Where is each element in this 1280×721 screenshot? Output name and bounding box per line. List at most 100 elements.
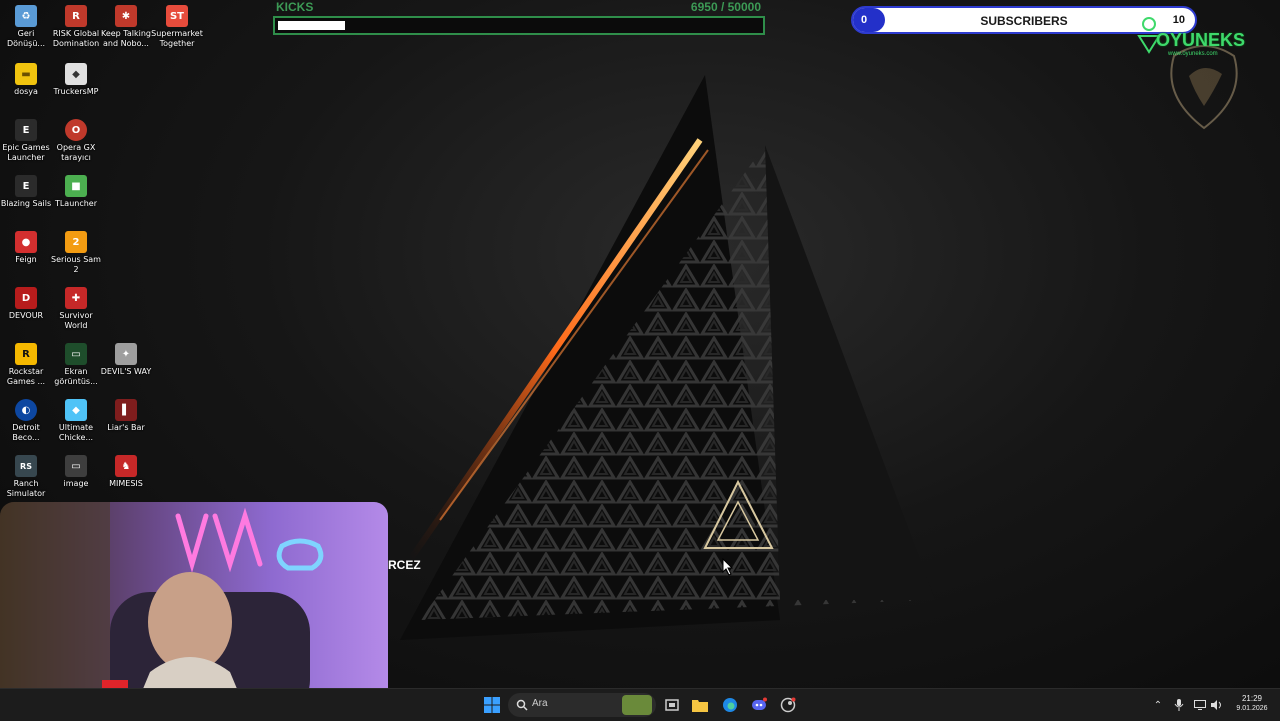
brand-name: OYUNEKS: [1156, 30, 1246, 50]
desktop-icon-dosya[interactable]: ▬ dosya: [0, 63, 52, 97]
desktop-icon-survivor-world[interactable]: ✚ Survivor World: [50, 287, 102, 331]
desktop-icon-ranch-simulator[interactable]: RS Ranch Simulator: [0, 455, 52, 499]
desktop-icon-label: Geri Dönüşü...: [6, 29, 46, 48]
desktop-icon-label: dosya: [14, 87, 38, 96]
edge-button[interactable]: [718, 693, 742, 717]
chevron-up-icon[interactable]: ⌃: [1150, 697, 1166, 713]
desktop-icon-label: Opera GX tarayıcı: [56, 143, 96, 162]
desktop-icon-screenshot[interactable]: ▭ Ekran görüntüs...: [50, 343, 102, 387]
desktop-icon-label: DEVOUR: [8, 311, 44, 320]
kicks-progress-fill: [278, 21, 345, 30]
desktop-icon-devour[interactable]: D DEVOUR: [0, 287, 52, 321]
brand-logo: OYUNEKS www.oyuneks.com: [1134, 16, 1264, 136]
desktop-icon-label: Liar's Bar: [107, 423, 145, 432]
task-view-button[interactable]: [660, 693, 684, 717]
desktop-icon-image[interactable]: ▭ image: [50, 455, 102, 489]
devils-way-app-icon: ✦: [115, 343, 137, 365]
file-explorer-icon: [692, 700, 708, 712]
desktop-icon-label: Detroit Beco...: [12, 423, 40, 442]
desktop-icon-devils-way[interactable]: ✦ DEVIL'S WAY: [100, 343, 152, 377]
truckersmp-app-icon: ◆: [65, 63, 87, 85]
volume-icon[interactable]: [1209, 697, 1225, 713]
desktop-icon-label: TLauncher: [54, 199, 98, 208]
desktop-icon-feign[interactable]: ● Feign: [0, 231, 52, 265]
tlauncher-app-icon: ■: [65, 175, 87, 197]
desktop-icon-label: DEVIL'S WAY: [100, 367, 152, 376]
keep-talking-app-icon: ✱: [115, 5, 137, 27]
discord-icon: [752, 697, 767, 710]
liars-bar-app-icon: ▌: [115, 399, 137, 421]
desktop-icon-label: Ranch Simulator: [6, 479, 46, 498]
serious-sam-app-icon: 2: [65, 231, 87, 253]
clock-date: 9.01.2026: [1236, 705, 1268, 712]
desktop-icon-label: Ultimate Chicke...: [58, 423, 94, 442]
steam-icon: [780, 697, 796, 713]
game-thumbnail-icon: [622, 695, 652, 715]
clock-time: 21:29: [1241, 694, 1263, 703]
desktop-icon-label: RISK Global Domination: [52, 29, 100, 48]
file-explorer-button[interactable]: [688, 693, 712, 717]
devour-app-icon: D: [15, 287, 37, 309]
ultimate-chicken-app-icon: ◆: [65, 399, 87, 421]
desktop-icon-mimesis[interactable]: ♞ MIMESIS: [100, 455, 152, 489]
desktop-icon-detroit[interactable]: ◐ Detroit Beco...: [0, 399, 52, 443]
mouse-cursor-icon: [722, 558, 734, 576]
desktop-icon-label: Blazing Sails: [0, 199, 52, 208]
search-icon: [516, 699, 528, 711]
desktop-icon-recycle-bin[interactable]: ♻ Geri Dönüşü...: [0, 5, 52, 49]
desktop-icon-blazing-sails[interactable]: E Blazing Sails: [0, 175, 52, 209]
desktop-icon-epic-games[interactable]: E Epic Games Launcher: [0, 119, 52, 163]
rockstar-app-icon: R: [15, 343, 37, 365]
desktop-icon-truckersmp[interactable]: ◆ TruckersMP: [50, 63, 102, 97]
taskbar-search[interactable]: Ara: [508, 693, 656, 717]
desktop-icon-rockstar[interactable]: R Rockstar Games ...: [0, 343, 52, 387]
desktop-icon-label: TruckersMP: [53, 87, 99, 96]
windows-icon: [484, 697, 500, 713]
taskbar-clock[interactable]: 21:29 9.01.2026: [1228, 693, 1276, 714]
search-placeholder: Ara: [532, 698, 548, 709]
image-file-icon: ▭: [65, 455, 87, 477]
desktop-icon-liars-bar[interactable]: ▌ Liar's Bar: [100, 399, 152, 433]
display-icon[interactable]: [1192, 697, 1208, 713]
microphone-icon[interactable]: [1171, 697, 1187, 713]
desktop-icon-label: Keep Talking and Nobo...: [100, 29, 151, 48]
recycle-bin-icon: ♻: [15, 5, 37, 27]
folder-icon: ▬: [15, 63, 37, 85]
survivor-world-app-icon: ✚: [65, 287, 87, 309]
blazing-sails-app-icon: E: [15, 175, 37, 197]
desktop-icon-ultimate-chicken[interactable]: ◆ Ultimate Chicke...: [50, 399, 102, 443]
image-file-icon: ▭: [65, 343, 87, 365]
kicks-count: 6950 / 50000: [690, 0, 761, 14]
desktop-icon-label: Feign: [15, 255, 37, 264]
taskbar: Ara ⌃ 21:29 9.01.2026: [0, 688, 1280, 721]
edge-icon: [723, 698, 737, 712]
desktop-icon-label: MIMESIS: [109, 479, 143, 488]
mimesis-app-icon: ♞: [115, 455, 137, 477]
desktop-icon-tlauncher[interactable]: ■ TLauncher: [50, 175, 102, 209]
ranch-simulator-app-icon: RS: [15, 455, 37, 477]
desktop-icon-risk[interactable]: R RISK Global Domination: [50, 5, 102, 49]
desktop-icon-label: Serious Sam 2: [51, 255, 101, 274]
task-view-icon: [665, 699, 679, 711]
desktop-icon-label: Ekran görüntüs...: [54, 367, 98, 386]
discord-button[interactable]: [747, 693, 771, 717]
desktop-icon-keep-talking[interactable]: ✱ Keep Talking and Nobo...: [100, 5, 152, 49]
desktop-icon-supermarket-together[interactable]: ST Supermarket Together: [151, 5, 203, 49]
webcam-caption: RCEZ: [388, 558, 421, 572]
desktop-icon-label: Supermarket Together: [151, 29, 203, 48]
desktop-icon-opera-gx[interactable]: O Opera GX tarayıcı: [50, 119, 102, 163]
kicks-label: KICKS: [276, 0, 314, 14]
desktop-icon-label: Rockstar Games ...: [6, 367, 46, 386]
start-button[interactable]: [480, 693, 504, 717]
opera-gx-app-icon: O: [65, 119, 87, 141]
desktop-icon-serious-sam[interactable]: 2 Serious Sam 2: [50, 231, 102, 275]
supermarket-together-app-icon: ST: [166, 5, 188, 27]
desktop-icon-label: Epic Games Launcher: [2, 143, 50, 162]
risk-app-icon: R: [65, 5, 87, 27]
steam-button[interactable]: [776, 693, 800, 717]
detroit-app-icon: ◐: [15, 399, 37, 421]
brand-url: www.oyuneks.com: [1168, 51, 1218, 57]
kicks-goal-widget: KICKS 6950 / 50000: [273, 0, 765, 36]
feign-app-icon: ●: [15, 231, 37, 253]
kicks-progress-track: [273, 16, 765, 35]
